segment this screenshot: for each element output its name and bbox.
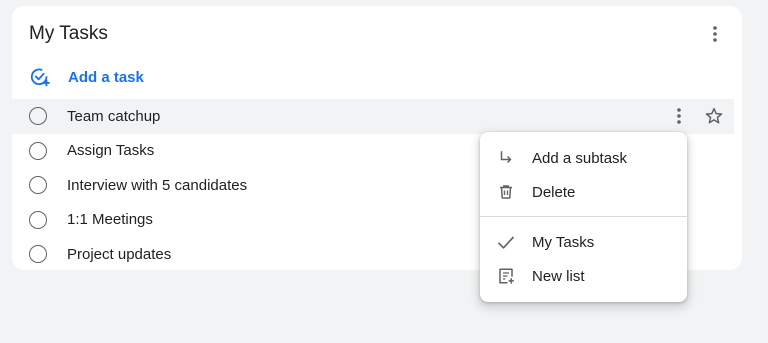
new-list-icon (496, 266, 516, 286)
more-vert-icon (677, 108, 681, 124)
star-outline-icon (705, 107, 723, 124)
menu-item-my-tasks[interactable]: My Tasks (480, 225, 687, 259)
task-title: Project updates (67, 245, 172, 263)
more-vert-icon (713, 26, 717, 42)
task-title: Team catchup (67, 107, 161, 125)
trash-icon (496, 182, 516, 202)
task-title: Interview with 5 candidates (67, 176, 248, 194)
subdirectory-arrow-icon (496, 148, 516, 168)
list-title: My Tasks (29, 23, 108, 44)
add-task-label: Add a task (68, 68, 144, 86)
task-complete-checkbox[interactable] (29, 210, 47, 229)
add-task-icon (30, 68, 50, 87)
list-more-options-button[interactable] (705, 24, 725, 44)
task-complete-checkbox[interactable] (29, 245, 47, 264)
menu-item-label: Delete (532, 183, 576, 201)
task-more-options-button[interactable] (667, 104, 691, 128)
menu-item-label: Add a subtask (532, 149, 628, 167)
task-context-menu: Add a subtask Delete My Tasks New list (480, 132, 687, 302)
task-title: 1:1 Meetings (67, 211, 153, 229)
task-row[interactable]: Team catchup (12, 99, 734, 134)
menu-item-add-subtask[interactable]: Add a subtask (480, 141, 687, 175)
task-title: Assign Tasks (67, 142, 155, 160)
menu-item-label: New list (532, 267, 585, 285)
task-complete-checkbox[interactable] (29, 107, 47, 126)
menu-item-delete[interactable]: Delete (480, 175, 687, 209)
menu-item-label: My Tasks (532, 233, 595, 251)
task-complete-checkbox[interactable] (29, 141, 47, 160)
menu-divider (480, 216, 687, 217)
task-complete-checkbox[interactable] (29, 176, 47, 195)
task-row-actions (656, 99, 726, 133)
menu-item-new-list[interactable]: New list (480, 259, 687, 293)
add-task-button[interactable]: Add a task (29, 66, 144, 88)
star-task-button[interactable] (702, 104, 726, 128)
checkmark-icon (496, 232, 516, 252)
